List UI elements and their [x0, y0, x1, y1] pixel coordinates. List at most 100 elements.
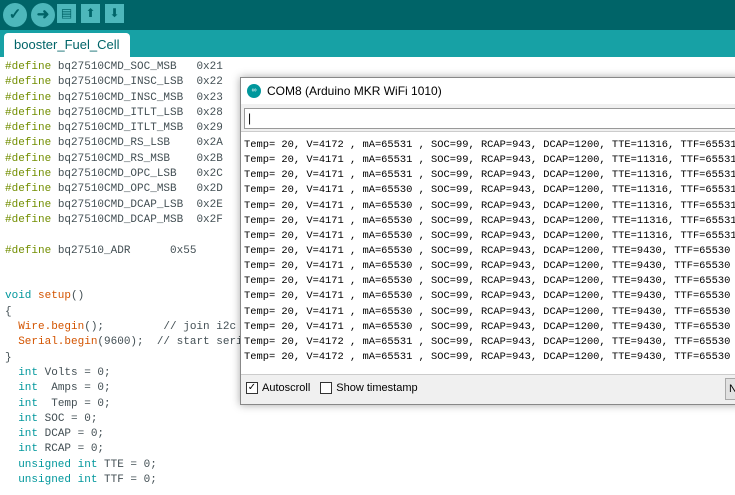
code-token: bq27510CMD_INSC_LSB 0x22: [51, 76, 223, 89]
code-token: Wire.begin: [18, 321, 85, 334]
serial-output-line: Temp= 20, V=4171 , mA=65530 , SOC=99, RC…: [244, 305, 731, 318]
code-token: bq27510CMD_OPC_MSB 0x2D: [51, 183, 223, 196]
code-token: #define: [5, 198, 52, 211]
code-token: bq27510CMD_DCAP_LSB 0x2E: [51, 198, 223, 211]
code-token: {: [5, 305, 12, 318]
code-line: #define bq27510CMD_DCAP_MSB 0x2F: [5, 213, 262, 228]
code-token: #define: [5, 61, 52, 73]
serial-output-line: Temp= 20, V=4171 , mA=65530 , SOC=99, RC…: [244, 199, 735, 212]
code-token: Temp = 0;: [38, 397, 111, 410]
save-button[interactable]: ⬇: [105, 4, 124, 23]
code-token: unsigned int: [18, 474, 98, 487]
code-token: setup: [31, 290, 72, 303]
code-line: #define bq27510_ADR 0x55: [5, 244, 262, 259]
upload-button[interactable]: ➜: [31, 3, 55, 27]
code-editor[interactable]: #define bq27510CMD_SOC_MSB 0x21 #define b…: [5, 60, 262, 488]
code-token: RCAP = 0;: [38, 443, 105, 456]
code-token: bq27510CMD_RS_LSB 0x2A: [51, 137, 223, 150]
code-token: (): [71, 290, 85, 303]
serial-output-line: Temp= 20, V=4172 , mA=65531 , SOC=99, RC…: [244, 139, 735, 151]
serial-output: Temp= 20, V=4172 , mA=65531 , SOC=99, RC…: [241, 131, 735, 375]
show-timestamp-label: Show timestamp: [336, 382, 418, 394]
window-title: COM8 (Arduino MKR WiFi 1010): [267, 84, 442, 98]
new-button[interactable]: ▤: [57, 4, 76, 23]
code-line: Wire.begin(); // join i2c bus: [5, 320, 262, 335]
arduino-logo-icon: ∞: [247, 84, 261, 98]
code-line: int RCAP = 0;: [5, 442, 262, 457]
autoscroll-checkbox[interactable]: ✓: [246, 382, 258, 394]
new-icon: ▤: [60, 6, 73, 20]
code-line: int Temp = 0;: [5, 397, 262, 412]
code-line: void setup(): [5, 289, 262, 304]
save-icon: ⬇: [109, 6, 120, 20]
serial-output-line: Temp= 20, V=4171 , mA=65530 , SOC=99, RC…: [244, 244, 731, 257]
code-token: #define: [5, 106, 52, 119]
code-line: #define bq27510CMD_RS_LSB 0x2A: [5, 136, 262, 151]
code-token: #define: [5, 244, 52, 257]
verify-button[interactable]: ✓: [3, 3, 27, 27]
serial-send-input[interactable]: |: [244, 108, 735, 129]
code-token: (); // join i2c bus: [84, 321, 263, 334]
serial-output-line: Temp= 20, V=4171 , mA=65530 , SOC=99, RC…: [244, 214, 735, 227]
code-line: #define bq27510CMD_INSC_MSB 0x23: [5, 91, 262, 106]
code-token: TTE = 0;: [97, 458, 157, 471]
serial-output-line: Temp= 20, V=4171 , mA=65530 , SOC=99, RC…: [244, 320, 731, 333]
code-token: Volts = 0;: [38, 366, 111, 379]
code-token: bq27510_ADR 0x55: [51, 244, 197, 257]
toolbar: ✓ ➜ ▤ ⬆ ⬇: [0, 0, 735, 30]
code-token: Serial.begin: [18, 336, 98, 349]
code-token: Amps = 0;: [38, 382, 111, 395]
code-token: #define: [5, 76, 52, 89]
code-line: int Volts = 0;: [5, 366, 262, 381]
code-token: DCAP = 0;: [38, 428, 105, 441]
open-button[interactable]: ⬆: [81, 4, 100, 23]
code-line: int Amps = 0;: [5, 381, 262, 396]
code-token: #define: [5, 213, 52, 226]
tab-booster-fuel-cell[interactable]: booster_Fuel_Cell: [4, 33, 130, 57]
code-line: #define bq27510CMD_OPC_MSB 0x2D: [5, 182, 262, 197]
code-token: }: [5, 351, 12, 364]
serial-monitor-window: ∞ COM8 (Arduino MKR WiFi 1010) | Temp= 2…: [240, 77, 735, 405]
serial-monitor-title-bar: ∞ COM8 (Arduino MKR WiFi 1010): [241, 78, 735, 104]
serial-output-line: Temp= 20, V=4172 , mA=65531 , SOC=99, RC…: [244, 335, 731, 348]
code-token: SOC = 0;: [38, 412, 98, 425]
verify-icon: ✓: [8, 6, 22, 23]
code-token: bq27510CMD_ITLT_MSB 0x29: [51, 122, 223, 135]
code-line: {: [5, 305, 262, 320]
code-line: unsigned int TTE = 0;: [5, 458, 262, 473]
code-token: unsigned int: [18, 458, 98, 471]
serial-output-line: Temp= 20, V=4171 , mA=65530 , SOC=99, RC…: [244, 260, 731, 273]
code-token: bq27510CMD_DCAP_MSB 0x2F: [51, 213, 223, 226]
code-token: #define: [5, 122, 52, 135]
serial-output-line: Temp= 20, V=4171 , mA=65530 , SOC=99, RC…: [244, 184, 735, 197]
serial-output-line: Temp= 20, V=4171 , mA=65531 , SOC=99, RC…: [244, 154, 735, 167]
line-ending-dropdown[interactable]: N: [725, 378, 735, 400]
code-line: #define bq27510CMD_SOC_MSB 0x21: [5, 60, 262, 75]
code-token: int: [18, 428, 39, 441]
code-token: bq27510CMD_RS_MSB 0x2B: [51, 152, 223, 165]
code-line: #define bq27510CMD_OPC_LSB 0x2C: [5, 167, 262, 182]
code-token: int: [18, 443, 39, 456]
code-token: bq27510CMD_INSC_MSB 0x23: [51, 91, 223, 104]
code-line: int SOC = 0;: [5, 412, 262, 427]
show-timestamp-checkbox[interactable]: [320, 382, 333, 394]
code-token: #define: [5, 137, 52, 150]
code-token: bq27510CMD_ITLT_LSB 0x28: [51, 106, 223, 119]
serial-output-line: Temp= 20, V=4171 , mA=65530 , SOC=99, RC…: [244, 290, 731, 303]
code-token: bq27510CMD_SOC_MSB 0x21: [51, 61, 223, 73]
code-token: int: [18, 412, 39, 425]
code-line: unsigned int TTF = 0;: [5, 473, 262, 488]
serial-output-line: Temp= 20, V=4171 , mA=65531 , SOC=99, RC…: [244, 169, 735, 182]
code-token: void: [5, 290, 32, 303]
code-line: Serial.begin(9600); // start serial: [5, 335, 262, 350]
